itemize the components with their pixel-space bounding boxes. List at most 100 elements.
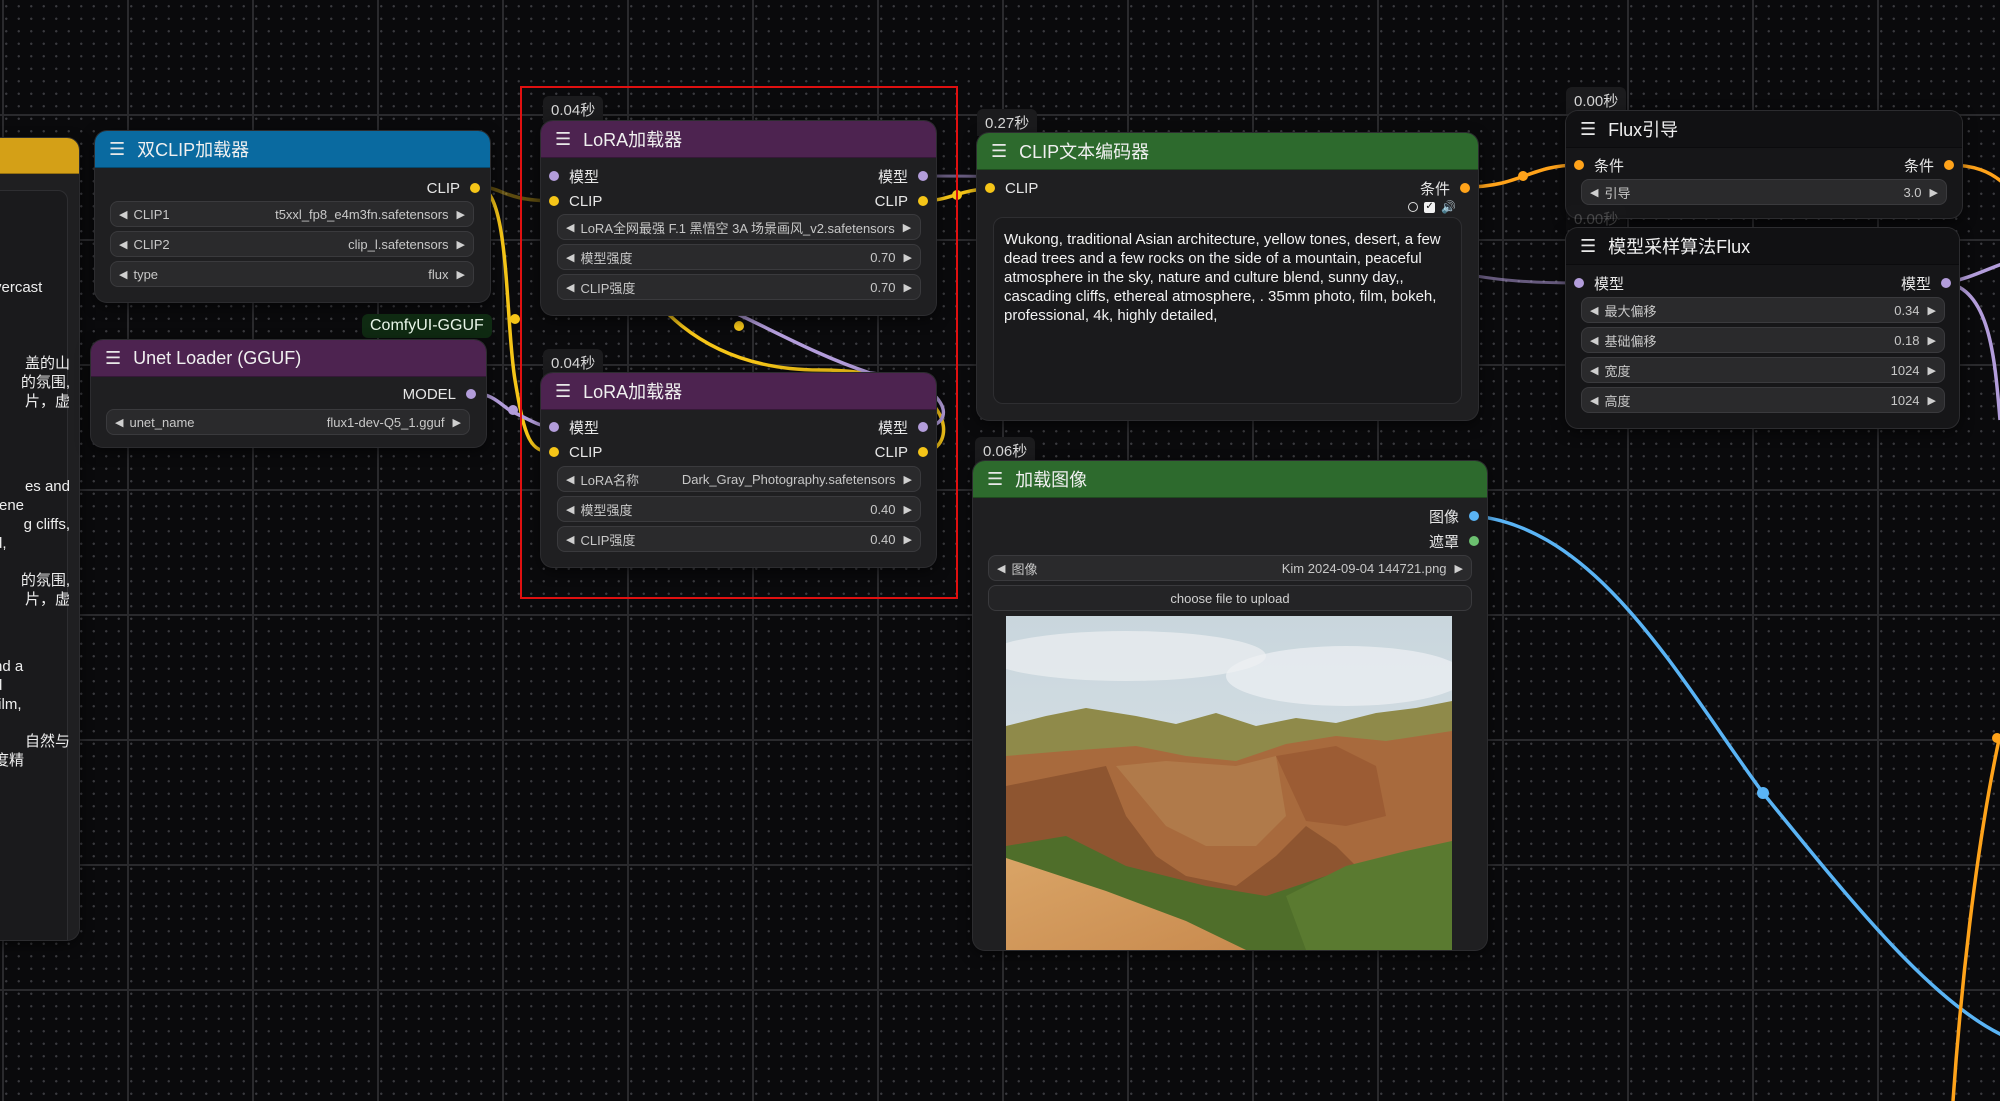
upload-button[interactable]: choose file to upload <box>988 585 1472 611</box>
checkbox-icon[interactable]: ✓ <box>1424 201 1436 213</box>
menu-icon[interactable]: ☰ <box>1580 236 1596 257</box>
widget-max-shift[interactable]: ◀ 最大偏移 0.34 ▶ <box>1581 297 1945 323</box>
left-prompt-node[interactable]: vercast 盖的山 的氛围, 片，虚 es and rene g cliff… <box>0 138 79 940</box>
increment-arrow-icon[interactable]: ▶ <box>1928 304 1936 317</box>
clip-output-dot[interactable] <box>470 183 480 193</box>
clip-text-encoder-node[interactable]: ☰ CLIP文本编码器 CLIP 条件 ✓ 🔊 Wukong, traditio… <box>977 133 1478 420</box>
model-input-dot[interactable] <box>549 422 559 432</box>
increment-arrow-icon[interactable]: ▶ <box>457 238 465 251</box>
increment-arrow-icon[interactable]: ▶ <box>1455 562 1463 575</box>
left-node-header[interactable] <box>0 138 79 174</box>
input-model[interactable]: 模型 <box>549 166 599 186</box>
widget-width[interactable]: ◀ 宽度 1024 ▶ <box>1581 357 1945 383</box>
clip-output-dot[interactable] <box>918 196 928 206</box>
decrement-arrow-icon[interactable]: ◀ <box>1590 364 1598 377</box>
output-clip[interactable]: CLIP <box>875 191 928 211</box>
lora1-header[interactable]: ☰ LoRA加载器 <box>541 121 936 158</box>
circle-icon[interactable] <box>1408 202 1419 212</box>
lora2-header[interactable]: ☰ LoRA加载器 <box>541 373 936 410</box>
increment-arrow-icon[interactable]: ▶ <box>457 268 465 281</box>
increment-arrow-icon[interactable]: ▶ <box>904 473 912 486</box>
widget-lora-name[interactable]: ◀ LoRA名称 Dark_Gray_Photography.safetensors… <box>557 466 921 492</box>
clip-input-dot[interactable] <box>549 447 559 457</box>
model-output-dot[interactable] <box>918 422 928 432</box>
input-clip[interactable]: CLIP <box>549 191 602 211</box>
model-input-dot[interactable] <box>1574 278 1584 288</box>
widget-unet-name[interactable]: ◀ unet_name flux1-dev-Q5_1.gguf ▶ <box>106 409 470 435</box>
widget-clip-strength[interactable]: ◀ CLIP强度 0.70 ▶ <box>557 274 921 300</box>
decrement-arrow-icon[interactable]: ◀ <box>119 268 127 281</box>
widget-clip2[interactable]: ◀ CLIP2 clip_l.safetensors ▶ <box>110 231 474 257</box>
output-conditioning[interactable]: 条件 <box>1904 155 1954 175</box>
widget-type[interactable]: ◀ type flux ▶ <box>110 261 474 287</box>
output-clip[interactable]: CLIP <box>875 442 928 462</box>
model-output-dot[interactable] <box>918 171 928 181</box>
dual-clip-header[interactable]: ☰ 双CLIP加载器 <box>95 131 490 168</box>
input-clip[interactable]: CLIP <box>985 178 1038 198</box>
decrement-arrow-icon[interactable]: ◀ <box>1590 394 1598 407</box>
lora-loader-node-1[interactable]: ☰ LoRA加载器 模型 CLIP 模型 CLIP ◀LoRA名称LoRA全网最… <box>541 121 936 315</box>
decrement-arrow-icon[interactable]: ◀ <box>997 562 1005 575</box>
menu-icon[interactable]: ☰ <box>1580 119 1596 140</box>
menu-icon[interactable]: ☰ <box>991 141 1007 162</box>
model-input-dot[interactable] <box>549 171 559 181</box>
output-model[interactable]: MODEL <box>403 384 476 404</box>
clip-input-dot[interactable] <box>985 183 995 193</box>
increment-arrow-icon[interactable]: ▶ <box>904 281 912 294</box>
menu-icon[interactable]: ☰ <box>555 381 571 402</box>
input-clip[interactable]: CLIP <box>549 442 602 462</box>
conditioning-output-dot[interactable] <box>1944 160 1954 170</box>
decrement-arrow-icon[interactable]: ◀ <box>119 238 127 251</box>
conditioning-output-dot[interactable] <box>1460 183 1470 193</box>
flux-guidance-node[interactable]: ☰ Flux引导 条件 条件 ◀ 引导 3.0 ▶ <box>1566 111 1962 218</box>
increment-arrow-icon[interactable]: ▶ <box>453 416 461 429</box>
mask-output-dot[interactable] <box>1469 536 1479 546</box>
menu-icon[interactable]: ☰ <box>555 129 571 150</box>
increment-arrow-icon[interactable]: ▶ <box>1930 186 1938 199</box>
widget-model-strength[interactable]: ◀ 模型强度 0.70 ▶ <box>557 244 921 270</box>
menu-icon[interactable]: ☰ <box>109 139 125 160</box>
widget-model-strength[interactable]: ◀ 模型强度 0.40 ▶ <box>557 496 921 522</box>
widget-guidance[interactable]: ◀ 引导 3.0 ▶ <box>1581 179 1947 205</box>
decrement-arrow-icon[interactable]: ◀ <box>566 281 574 294</box>
widget-image[interactable]: ◀ 图像 Kim 2024-09-04 144721.png ▶ <box>988 555 1472 581</box>
decrement-arrow-icon[interactable]: ◀ <box>566 251 574 264</box>
flux-sampling-header[interactable]: ☰ 模型采样算法Flux <box>1566 228 1959 265</box>
load-image-header[interactable]: ☰ 加载图像 <box>973 461 1487 498</box>
load-image-node[interactable]: ☰ 加载图像 图像 遮罩 ◀ 图像 Kim 2024-09-04 144721.pn… <box>973 461 1487 950</box>
conditioning-input-dot[interactable] <box>1574 160 1584 170</box>
increment-arrow-icon[interactable]: ▶ <box>904 251 912 264</box>
clip-input-dot[interactable] <box>549 196 559 206</box>
image-output-dot[interactable] <box>1469 511 1479 521</box>
flux-sampling-node[interactable]: ☰ 模型采样算法Flux 模型 模型 ◀ 最大偏移 0.34 ▶ ◀ 基础偏移 0.18 ▶… <box>1566 228 1959 428</box>
decrement-arrow-icon[interactable]: ◀ <box>566 473 574 486</box>
decrement-arrow-icon[interactable]: ◀ <box>1590 186 1598 199</box>
lora-loader-node-2[interactable]: ☰ LoRA加载器 模型 CLIP 模型 CLIP ◀ LoRA名称 Dark_Gr… <box>541 373 936 567</box>
increment-arrow-icon[interactable]: ▶ <box>1928 364 1936 377</box>
decrement-arrow-icon[interactable]: ◀ <box>1590 334 1598 347</box>
widget-clip1[interactable]: ◀ CLIP1 t5xxl_fp8_e4m3fn.safetensors ▶ <box>110 201 474 227</box>
output-model[interactable]: 模型 <box>1901 273 1951 293</box>
decrement-arrow-icon[interactable]: ◀ <box>119 208 127 221</box>
decrement-arrow-icon[interactable]: ◀ <box>566 503 574 516</box>
widget-lora-name[interactable]: ◀LoRA名称LoRA全网最强 F.1 黑悟空 3A 场景画风_v2.safet… <box>557 214 921 240</box>
clip-text-header[interactable]: ☰ CLIP文本编码器 <box>977 133 1478 170</box>
increment-arrow-icon[interactable]: ▶ <box>1928 394 1936 407</box>
model-output-dot[interactable] <box>466 389 476 399</box>
input-model[interactable]: 模型 <box>1574 273 1624 293</box>
increment-arrow-icon[interactable]: ▶ <box>903 221 911 234</box>
dual-clip-loader-node[interactable]: ☰ 双CLIP加载器 CLIP ◀ CLIP1 t5xxl_fp8_e4m3fn.s… <box>95 131 490 302</box>
increment-arrow-icon[interactable]: ▶ <box>457 208 465 221</box>
prompt-textarea[interactable]: Wukong, traditional Asian architecture, … <box>993 217 1462 404</box>
menu-icon[interactable]: ☰ <box>987 469 1003 490</box>
increment-arrow-icon[interactable]: ▶ <box>904 533 912 546</box>
output-image[interactable]: 图像 <box>1429 506 1479 526</box>
output-model[interactable]: 模型 <box>878 417 928 437</box>
decrement-arrow-icon[interactable]: ◀ <box>566 221 574 234</box>
decrement-arrow-icon[interactable]: ◀ <box>115 416 123 429</box>
output-clip[interactable]: CLIP <box>427 178 480 198</box>
input-model[interactable]: 模型 <box>549 417 599 437</box>
widget-clip-strength[interactable]: ◀ CLIP强度 0.40 ▶ <box>557 526 921 552</box>
speaker-icon[interactable]: 🔊 <box>1441 200 1456 214</box>
unet-loader-header[interactable]: ☰ Unet Loader (GGUF) <box>91 340 486 377</box>
